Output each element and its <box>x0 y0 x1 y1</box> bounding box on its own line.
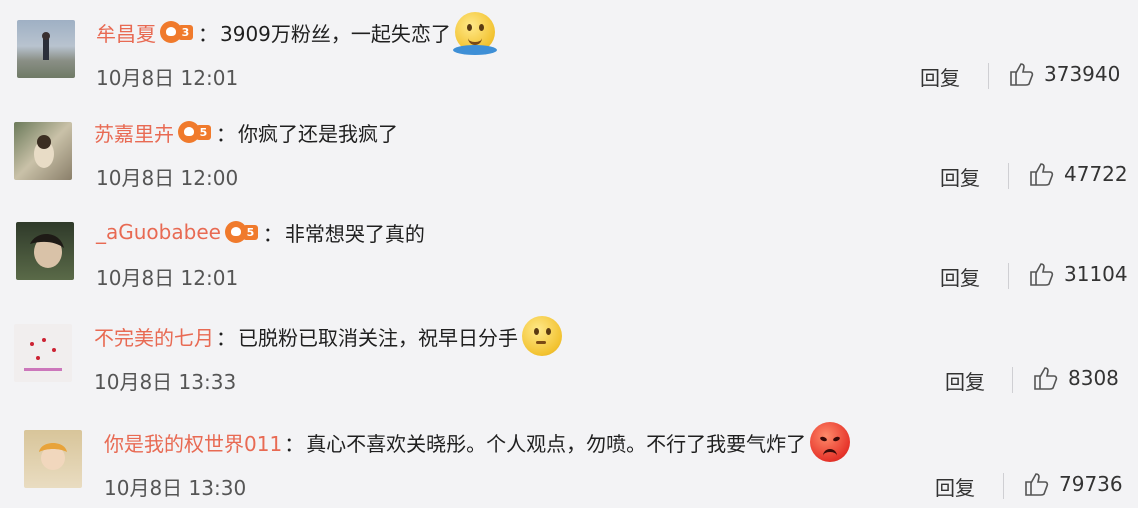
comment-text: 你疯了还是我疯了 <box>238 121 398 146</box>
angry-emoji-icon <box>810 422 851 462</box>
comment-item: 你是我的权世界011 ： 真心不喜欢关晓彤。个人观点，勿喷。不行了我要气炸了 1… <box>0 400 1138 500</box>
avatar-image <box>34 135 54 168</box>
like-count: 47722 <box>1064 162 1128 186</box>
divider <box>1012 367 1013 393</box>
username-link[interactable]: 不完美的七月 <box>94 322 214 351</box>
comment-text: 3909万粉丝，一起失恋了 <box>220 21 451 46</box>
like-count: 79736 <box>1059 472 1123 496</box>
comment-text: 真心不喜欢关晓彤。个人观点，勿喷。不行了我要气炸了 <box>306 431 807 456</box>
fan-level-badge: 5 <box>224 220 259 244</box>
comment-line: 牟昌夏 3 ： 3909万粉丝，一起失恋了 <box>96 12 497 55</box>
fan-level-badge: 3 <box>160 20 194 44</box>
like-count: 373940 <box>1044 62 1121 86</box>
avatar-image <box>30 233 64 268</box>
sly-smile-emoji-icon <box>522 316 562 356</box>
avatar-image <box>24 338 62 371</box>
like-button[interactable]: 373940 <box>1008 61 1120 87</box>
avatar-image <box>39 443 67 470</box>
comment-item: 牟昌夏 3 ： 3909万粉丝，一起失恋了 10月8日 12:01 回复 373… <box>0 0 1138 100</box>
thumbs-up-icon <box>1030 263 1054 286</box>
comment-line: _aGuobabee 5 ： 非常想哭了真的 <box>96 212 425 252</box>
comment-time: 10月8日 12:01 <box>96 266 239 290</box>
comment-time: 10月8日 12:00 <box>96 166 239 190</box>
like-button[interactable]: 8308 <box>1032 365 1119 391</box>
divider <box>988 63 989 89</box>
thumbs-up-icon <box>1030 163 1054 186</box>
comment-line: 苏嘉里卉 5 ： 你疯了还是我疯了 <box>94 112 398 152</box>
level-number: 3 <box>178 25 193 40</box>
separator: ： <box>262 221 283 246</box>
divider <box>1008 263 1009 289</box>
comment-item: 不完美的七月 ： 已脱粉已取消关注，祝早日分手 10月8日 13:33 回复 8… <box>0 300 1138 400</box>
reply-button[interactable]: 回复 <box>935 472 975 501</box>
comment-time: 10月8日 13:30 <box>104 476 247 500</box>
avatar[interactable] <box>17 20 75 78</box>
comment-time: 10月8日 13:33 <box>94 370 237 394</box>
comment-text: 已脱粉已取消关注，祝早日分手 <box>238 325 518 350</box>
separator: ： <box>198 21 218 46</box>
comment-item: 苏嘉里卉 5 ： 你疯了还是我疯了 10月8日 12:00 回复 47722 <box>0 100 1138 200</box>
comment-line: 不完美的七月 ： 已脱粉已取消关注，祝早日分手 <box>94 316 562 356</box>
comment-text: 非常想哭了真的 <box>284 221 425 246</box>
thumbs-up-icon <box>1025 473 1049 496</box>
divider <box>1008 163 1009 189</box>
smile-wave-emoji-icon <box>452 12 497 55</box>
username-link[interactable]: 牟昌夏 <box>96 18 156 47</box>
avatar-image <box>42 32 50 60</box>
username-link[interactable]: 苏嘉里卉 <box>94 118 174 147</box>
avatar[interactable] <box>14 122 72 180</box>
reply-button[interactable]: 回复 <box>940 162 980 191</box>
separator: ： <box>216 121 236 146</box>
fan-level-badge: 5 <box>178 120 212 144</box>
comment-time: 10月8日 12:01 <box>96 66 239 90</box>
like-button[interactable]: 31104 <box>1028 261 1128 287</box>
comment-item: _aGuobabee 5 ： 非常想哭了真的 10月8日 12:01 回复 31… <box>0 200 1138 300</box>
thumbs-up-icon <box>1010 63 1034 86</box>
avatar[interactable] <box>16 222 74 280</box>
thumbs-up-icon <box>1034 367 1058 390</box>
reply-button[interactable]: 回复 <box>945 366 985 395</box>
like-button[interactable]: 47722 <box>1028 161 1128 187</box>
level-number: 5 <box>242 225 258 240</box>
reply-button[interactable]: 回复 <box>940 262 980 291</box>
level-number: 5 <box>196 125 211 140</box>
like-count: 31104 <box>1064 262 1128 286</box>
separator: ： <box>216 325 236 350</box>
reply-button[interactable]: 回复 <box>920 62 960 91</box>
divider <box>1003 473 1004 499</box>
separator: ： <box>284 431 305 456</box>
comment-line: 你是我的权世界011 ： 真心不喜欢关晓彤。个人观点，勿喷。不行了我要气炸了 <box>104 422 851 462</box>
username-link[interactable]: 你是我的权世界011 <box>104 428 282 457</box>
username-link[interactable]: _aGuobabee <box>96 220 221 244</box>
avatar[interactable] <box>24 430 82 488</box>
like-button[interactable]: 79736 <box>1023 471 1123 497</box>
avatar[interactable] <box>14 324 72 382</box>
like-count: 8308 <box>1068 366 1119 390</box>
